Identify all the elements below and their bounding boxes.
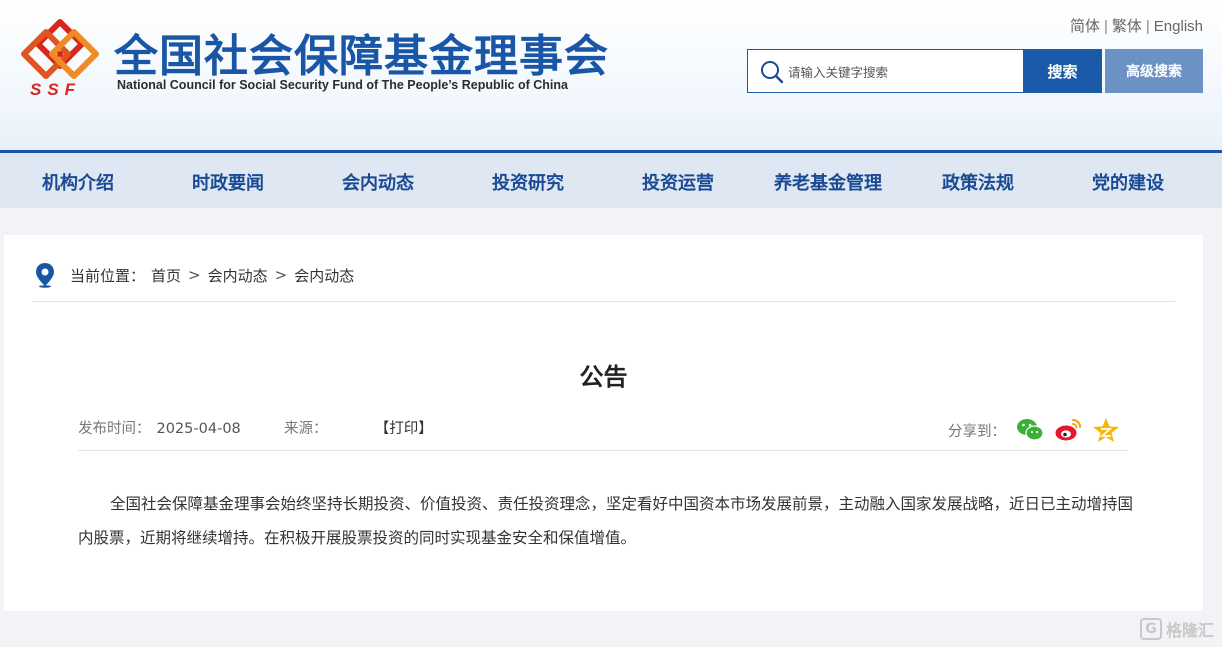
nav-item-news[interactable]: 时政要闻 [192,169,264,195]
breadcrumb-separator: > [188,266,201,284]
divider [78,450,1128,451]
breadcrumb: 当前位置： 首页 > 会内动态 > 会内动态 [34,263,354,288]
search-box [747,49,1024,93]
lang-english[interactable]: English [1154,18,1203,35]
watermark-logo-icon: G [1139,618,1162,640]
publish-label: 发布时间： [78,421,151,437]
breadcrumb-separator: > [274,266,288,284]
breadcrumb-home[interactable]: 首页 [151,265,181,286]
search-button[interactable]: 搜索 [1023,49,1102,93]
article-title: 公告 [579,363,628,391]
print-button[interactable]: 【打印】 [375,421,433,437]
language-switcher: 简体 | 繁体 | English [1069,18,1203,35]
site-title[interactable]: 全国社会保障基金理事会 [114,20,609,84]
share-label: 分享到： [948,423,1006,440]
lang-traditional[interactable]: 繁体 [1112,18,1142,35]
nav-item-operations[interactable]: 投资运营 [642,169,714,195]
share-bar: 分享到： [948,417,1120,443]
weibo-icon[interactable] [1054,417,1082,443]
nav-item-research[interactable]: 投资研究 [492,169,564,195]
search-icon [761,61,784,84]
article-body: 全国社会保障基金理事会始终坚持长期投资、价值投资、责任投资理念，坚定看好中国资本… [78,495,1134,547]
article-meta: 发布时间： 2025-04-08 来源： 【打印】 [78,417,433,438]
watermark-text: 格隆汇 [1165,621,1214,640]
publish-date: 2025-04-08 [156,421,241,437]
nav-item-pension[interactable]: 养老基金管理 [774,169,882,195]
lang-simplified[interactable]: 简体 [1070,18,1100,35]
nav-item-policy[interactable]: 政策法规 [942,169,1014,195]
location-pin-icon [36,263,54,288]
nav-item-party[interactable]: 党的建设 [1092,169,1164,195]
qzone-icon[interactable] [1092,417,1120,443]
divider [32,301,1175,302]
logo-text: SSF [30,80,82,99]
article-panel: 当前位置： 首页 > 会内动态 > 会内动态 公告 发布时间： 2025-04-0… [4,235,1203,611]
breadcrumb-current[interactable]: 会内动态 [294,265,354,286]
main-nav: 机构介绍 时政要闻 会内动态 投资研究 投资运营 养老基金管理 政策法规 党的建… [0,150,1222,208]
breadcrumb-label: 当前位置： [70,266,146,285]
wechat-icon[interactable] [1016,417,1044,443]
site-header: SSF 全国社会保障基金理事会 National Council for Soc… [0,0,1222,150]
search-input[interactable] [788,60,1013,84]
nav-item-council-updates[interactable]: 会内动态 [342,169,414,195]
source-label: 来源： [284,421,328,437]
watermark: G 格隆汇 [1139,617,1214,641]
advanced-search-button[interactable]: 高级搜索 [1105,49,1203,93]
nav-item-about[interactable]: 机构介绍 [42,169,114,195]
breadcrumb-section[interactable]: 会内动态 [208,265,268,286]
site-title-english: National Council for Social Security Fun… [117,78,568,92]
